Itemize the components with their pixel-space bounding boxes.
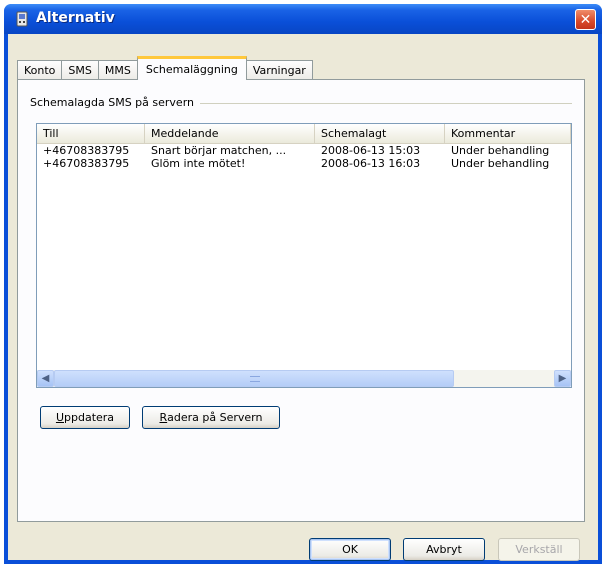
options-window: Alternativ ✕ Konto SMS MMS Schemaläggnin…	[4, 4, 602, 564]
cell-comment: Under behandling	[451, 157, 550, 170]
update-button-mnemonic: U	[55, 411, 64, 424]
tab-sms[interactable]: SMS	[61, 60, 99, 80]
tab-mms[interactable]: MMS	[97, 60, 138, 80]
cell-recipient: +46708383795	[43, 144, 130, 157]
list-header: Till Meddelande Schemalagt Kommentar	[37, 124, 571, 144]
table-row[interactable]: +46708383795 Snart börjar matchen, ... 2…	[37, 144, 571, 157]
scroll-left-button[interactable]: ◀	[37, 370, 54, 387]
cell-recipient: +46708383795	[43, 157, 130, 170]
apply-button[interactable]: Verkställ	[498, 538, 580, 561]
tab-schemalaggning[interactable]: Schemaläggning	[136, 56, 247, 80]
column-header-schemalagt[interactable]: Schemalagt	[315, 124, 445, 144]
cell-scheduled: 2008-06-13 15:03	[321, 144, 421, 157]
column-header-meddelande[interactable]: Meddelande	[145, 124, 315, 144]
table-row[interactable]: +46708383795 Glöm inte mötet! 2008-06-13…	[37, 157, 571, 170]
cell-comment: Under behandling	[451, 144, 550, 157]
column-header-kommentar[interactable]: Kommentar	[445, 124, 571, 144]
delete-button-label: adera på Servern	[167, 411, 263, 424]
tab-panel: Schemalagda SMS på servern Till Meddelan…	[17, 79, 585, 522]
scrollbar-track[interactable]	[54, 370, 554, 387]
cell-scheduled: 2008-06-13 16:03	[321, 157, 421, 170]
tab-varningar[interactable]: Varningar	[245, 60, 313, 80]
close-icon: ✕	[579, 11, 592, 28]
chevron-right-icon: ▶	[558, 373, 567, 384]
scroll-right-button[interactable]: ▶	[554, 370, 571, 387]
scrollbar-thumb[interactable]	[54, 370, 454, 387]
scheduled-sms-list[interactable]: Till Meddelande Schemalagt Kommentar +46…	[36, 123, 572, 388]
app-icon	[16, 11, 28, 27]
tab-strip: Konto SMS MMS Schemaläggning Varningar	[17, 56, 313, 80]
delete-on-server-button[interactable]: Radera på Servern	[142, 406, 280, 429]
dialog-client-area: Konto SMS MMS Schemaläggning Varningar S…	[8, 34, 598, 561]
ok-button[interactable]: OK	[309, 538, 391, 561]
update-button-label: ppdatera	[64, 411, 115, 424]
chevron-left-icon: ◀	[41, 373, 50, 384]
title-bar[interactable]: Alternativ ✕	[4, 4, 602, 34]
tab-konto[interactable]: Konto	[17, 60, 63, 80]
delete-button-mnemonic: R	[159, 411, 168, 424]
close-button[interactable]: ✕	[575, 9, 596, 30]
cell-message: Snart börjar matchen, ...	[151, 144, 287, 157]
update-button[interactable]: Uppdatera	[40, 406, 130, 429]
window-title: Alternativ	[36, 10, 115, 26]
group-label: Schemalagda SMS på servern	[30, 96, 200, 109]
cancel-button[interactable]: Avbryt	[403, 538, 485, 561]
grip-icon	[250, 376, 260, 382]
cell-message: Glöm inte mötet!	[151, 157, 246, 170]
horizontal-scrollbar[interactable]: ◀ ▶	[37, 370, 571, 387]
column-header-till[interactable]: Till	[37, 124, 145, 144]
